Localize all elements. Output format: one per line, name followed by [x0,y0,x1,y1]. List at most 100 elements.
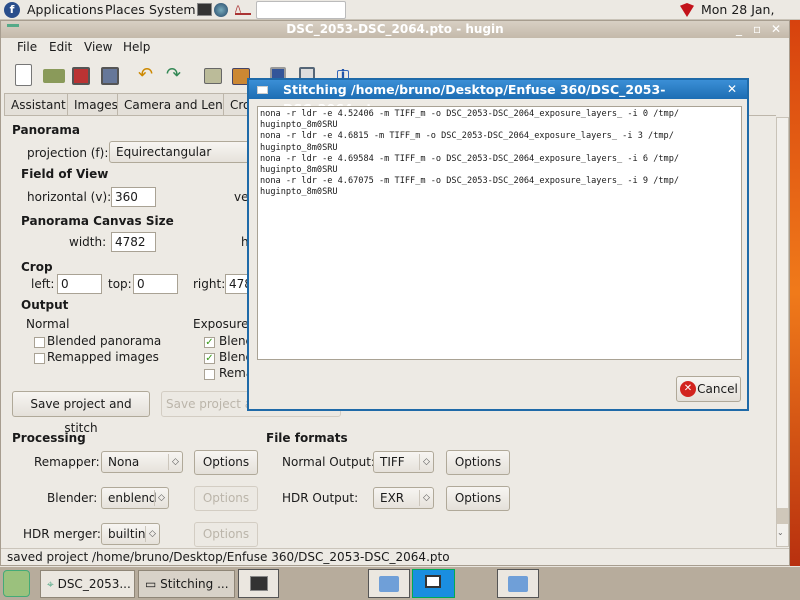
spin-arrows-icon: ◇ [168,454,182,470]
exposure-remapped-checkbox[interactable] [204,369,215,380]
vertical-scrollbar[interactable]: ⌄ [776,117,789,547]
hdr-merger-options-button[interactable]: Options [194,522,258,547]
file-formats-heading: File formats [266,431,348,445]
hdr-format-value: EXR [380,491,405,505]
panel-search-box[interactable] [256,1,346,19]
dialog-title: Stitching /home/bruno/Desktop/Enfuse 360… [249,80,747,116]
bottom-taskbar: ⌖ DSC_2053... ▭ Stitching ... [0,566,800,600]
dialog-close-button[interactable]: ✕ [727,82,737,96]
menu-view[interactable]: View [84,40,112,54]
minimize-button[interactable]: _ [736,22,742,36]
terminal-launcher-icon[interactable] [197,3,212,16]
horizontal-fov-label: horizontal (v): [27,190,112,204]
horizontal-fov-input[interactable]: 360 [111,187,156,207]
blended-panorama-checkbox[interactable] [34,337,45,348]
hdr-output-format-select[interactable]: EXR ◇ [373,487,434,509]
spin-arrows-icon: ◇ [145,526,159,542]
crop-top-input[interactable]: 0 [133,274,178,294]
workspace-1-terminal-icon[interactable] [238,569,279,598]
blender-select[interactable]: enblend ◇ [101,487,169,509]
hdr-merger-value: builtin [108,527,146,541]
hugin-task-icon: ⌖ [47,577,58,591]
stitch-log-output[interactable]: nona -r ldr -e 4.52406 -m TIFF_m -o DSC_… [257,106,742,360]
tab-camera-and-lens[interactable]: Camera and Lens [117,93,237,115]
show-desktop-icon[interactable] [3,570,30,597]
normal-output-format-label: Normal Output: [282,455,375,469]
task-hugin-window[interactable]: ⌖ DSC_2053... [40,570,135,598]
task-label: Stitching ... [160,577,229,591]
cancel-button[interactable]: ✕ Cancel [676,376,741,402]
normal-output-options-button[interactable]: Options [446,450,510,475]
remapped-images-label: Remapped images [47,350,159,364]
normal-output-format-select[interactable]: TIFF ◇ [373,451,434,473]
document-viewer-icon[interactable]: /\ [235,5,251,15]
update-notifier-icon[interactable] [680,3,694,17]
window-task-icon: ▭ [145,577,161,591]
workspace-folder-icon[interactable] [368,569,410,598]
hdr-output-options-button[interactable]: Options [446,486,510,511]
fov-heading: Field of View [21,167,109,181]
save-as-icon[interactable] [101,67,119,85]
crop-heading: Crop [21,260,53,274]
tab-assistant[interactable]: Assistant [4,93,73,115]
cancel-label: Cancel [697,382,738,396]
new-icon[interactable] [15,64,32,86]
task-label: DSC_2053... [57,577,131,591]
applications-menu[interactable]: Applications [27,2,103,17]
normal-output-label: Normal [26,317,70,331]
scrollbar-thumb[interactable] [777,508,788,524]
hdr-output-format-label: HDR Output: [282,491,359,505]
canvas-width-label: width: [69,235,107,249]
workspace-active-icon[interactable] [412,569,455,598]
blender-value: enblend [108,491,157,505]
save-icon[interactable] [72,67,90,85]
remapper-select[interactable]: Nona ◇ [101,451,183,473]
cancel-icon: ✕ [680,381,696,397]
processing-heading: Processing [12,431,86,445]
crop-left-input[interactable]: 0 [57,274,102,294]
projection-label: projection (f): [27,146,109,160]
menu-file[interactable]: File [17,40,37,54]
normal-format-value: TIFF [380,455,405,469]
output-heading: Output [21,298,69,312]
fedora-logo-icon[interactable]: f [4,2,20,18]
canvas-width-input[interactable]: 4782 [111,232,156,252]
hdr-merger-label: HDR merger: [23,527,101,541]
top-panel: f Applications Places System /\ Mon 28 J… [0,0,800,32]
blender-options-button[interactable]: Options [194,486,258,511]
remapper-value: Nona [108,455,140,469]
open-icon[interactable] [43,69,65,83]
spin-arrows-icon: ◇ [419,454,433,470]
scroll-down-arrow-icon[interactable]: ⌄ [777,528,784,537]
add-images-icon[interactable] [204,68,222,84]
spin-arrows-icon: ◇ [419,490,433,506]
places-menu[interactable]: Places [105,2,145,17]
undo-icon[interactable]: ↶ [138,64,160,86]
status-text: saved project /home/bruno/Desktop/Enfuse… [7,550,450,564]
blended-panorama-label: Blended panorama [47,334,162,348]
task-stitching-window[interactable]: ▭ Stitching ... [138,570,235,598]
menu-help[interactable]: Help [123,40,150,54]
exposure-output-label: Exposure [193,317,249,331]
system-menu[interactable]: System [149,2,196,17]
remapped-images-checkbox[interactable] [34,353,45,364]
web-browser-icon[interactable] [214,3,228,17]
remapper-options-button[interactable]: Options [194,450,258,475]
save-and-stitch-button[interactable]: Save project and stitch [12,391,150,435]
window-title: DSC_2053-DSC_2064.pto - hugin [1,21,789,38]
panorama-heading: Panorama [12,123,80,137]
redo-icon[interactable]: ↷ [166,64,188,86]
menu-edit[interactable]: Edit [49,40,72,54]
maximize-button[interactable]: ▫ [753,22,761,36]
stitching-dialog: Stitching /home/bruno/Desktop/Enfuse 360… [247,78,749,411]
projection-select[interactable]: Equirectangular [109,141,254,163]
workspace-folder-icon-2[interactable] [497,569,539,598]
close-window-button[interactable]: ✕ [771,22,781,36]
canvas-size-heading: Panorama Canvas Size [21,214,174,228]
crop-left-label: left: [31,277,55,291]
hdr-merger-select[interactable]: builtin ◇ [101,523,160,545]
crop-right-label: right: [193,277,226,291]
exposure-layers-checkbox[interactable]: ✓ [204,353,215,364]
crop-top-label: top: [108,277,132,291]
exposure-blended-checkbox[interactable]: ✓ [204,337,215,348]
